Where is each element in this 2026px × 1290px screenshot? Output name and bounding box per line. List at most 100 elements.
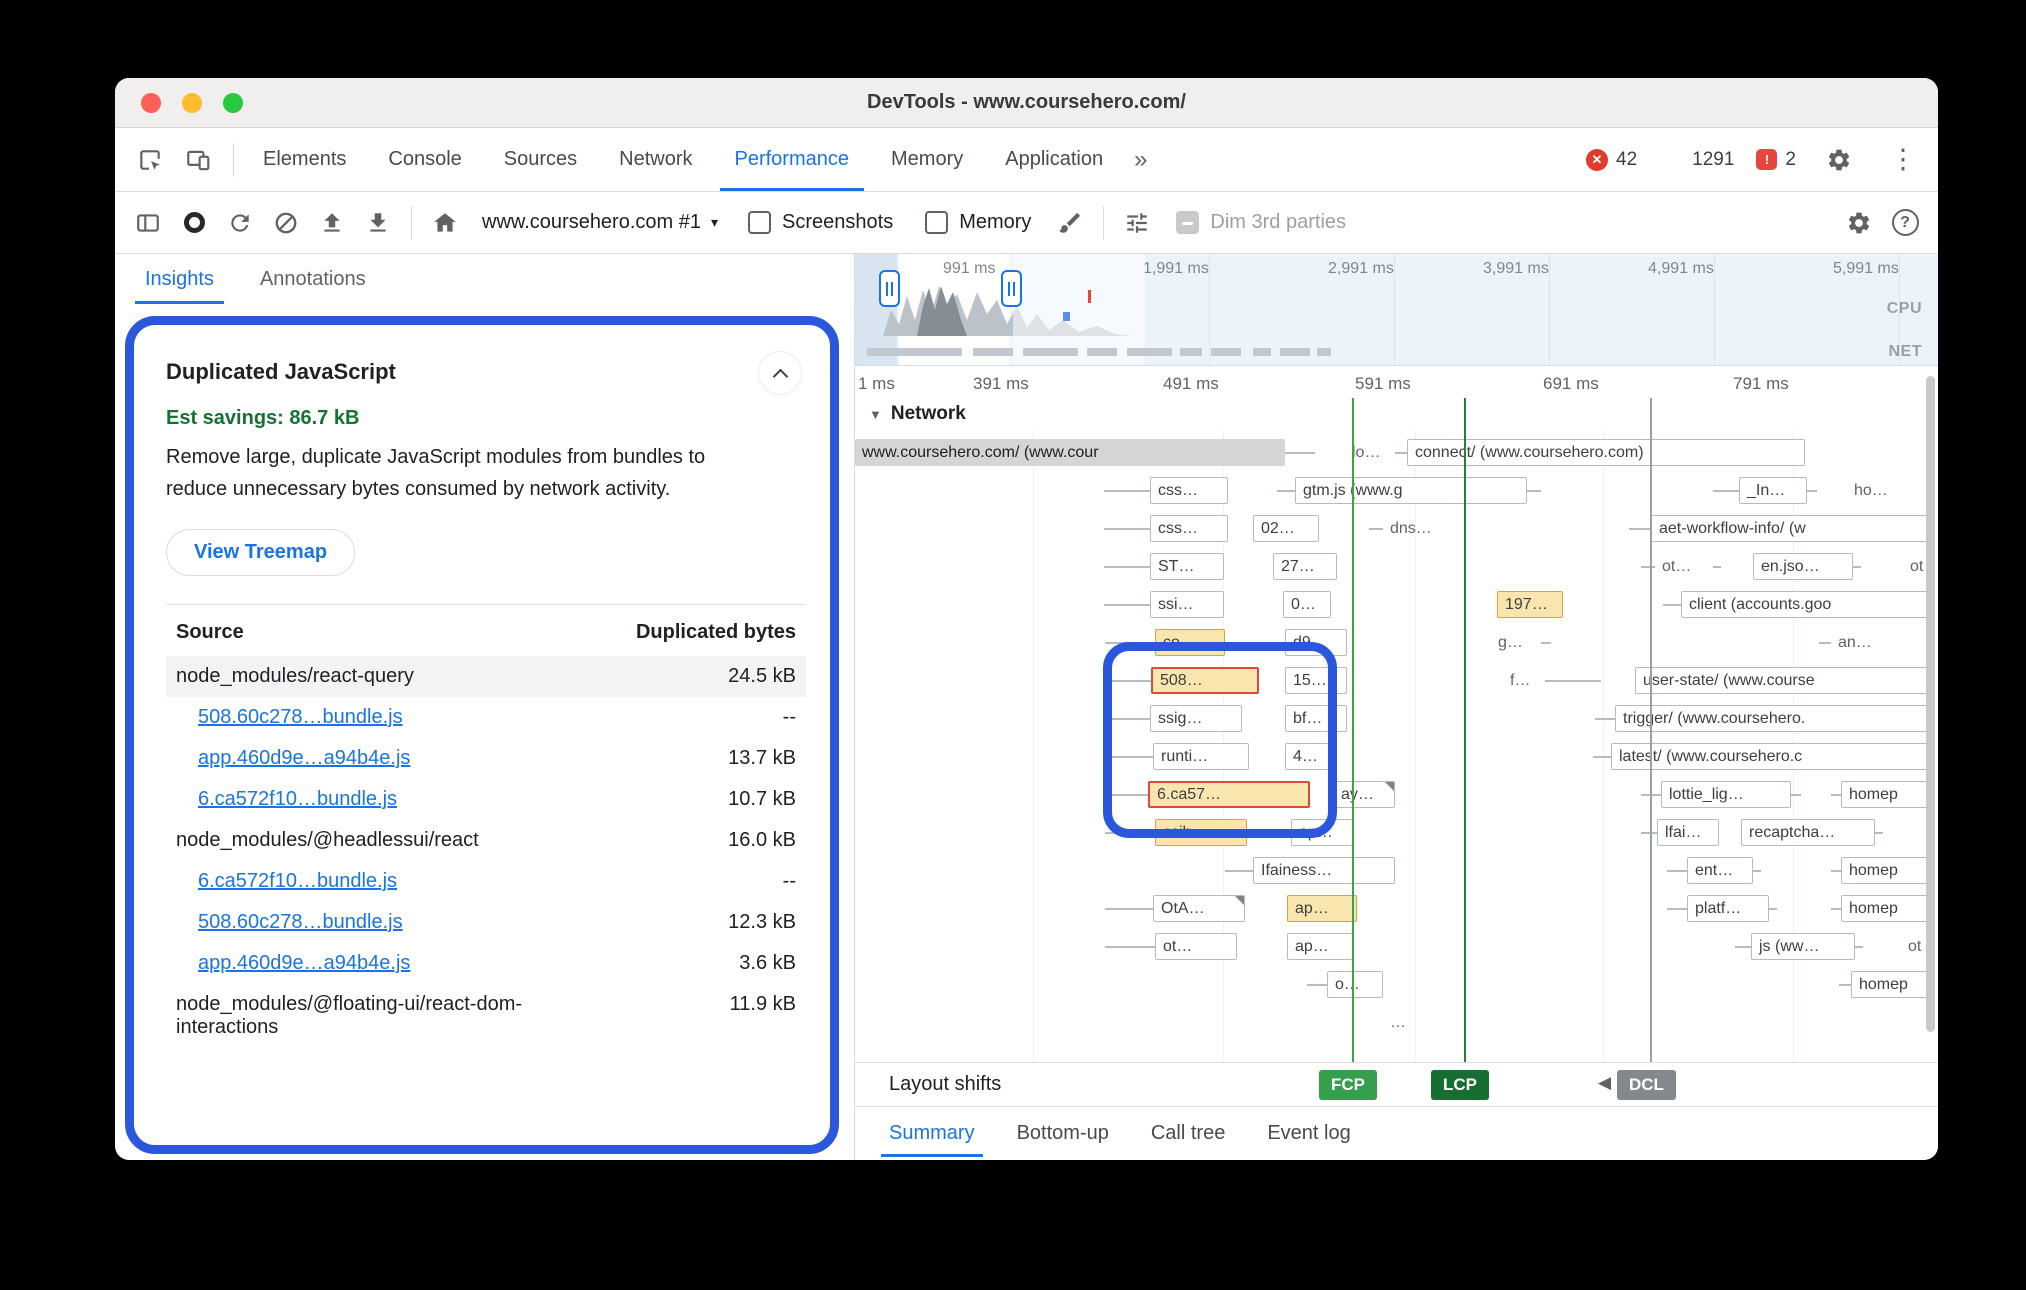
network-request[interactable]: ent…: [1687, 857, 1753, 884]
bottom-tab-event-log[interactable]: Event log: [1249, 1107, 1368, 1160]
network-request[interactable]: aet-workflow-info/ (w: [1651, 515, 1935, 542]
timeline-overview[interactable]: 991 ms1,991 ms2,991 ms3,991 ms4,991 ms5,…: [855, 254, 1938, 366]
record-button[interactable]: [173, 202, 215, 244]
more-tabs-button[interactable]: »: [1124, 128, 1157, 191]
network-request[interactable]: …: [1383, 1009, 1413, 1036]
trace-window-right-handle[interactable]: [1001, 270, 1022, 307]
network-request[interactable]: ot…: [1155, 933, 1237, 960]
tab-memory[interactable]: Memory: [870, 128, 984, 191]
clear-button[interactable]: [265, 202, 307, 244]
zoom-window-button[interactable]: [223, 93, 243, 113]
history-dropdown[interactable]: www.coursehero.com #1 ▾: [470, 202, 730, 244]
source-link[interactable]: app.460d9e…a94b4e.js: [198, 747, 410, 770]
network-request[interactable]: platf…: [1687, 895, 1769, 922]
bottom-tab-bottom-up[interactable]: Bottom-up: [999, 1107, 1127, 1160]
network-request[interactable]: OtA…: [1153, 895, 1245, 922]
network-request[interactable]: homep: [1841, 781, 1935, 808]
source-link[interactable]: 508.60c278…bundle.js: [198, 911, 403, 934]
device-toolbar-button[interactable]: [177, 139, 219, 181]
help-button[interactable]: ?: [1884, 202, 1926, 244]
network-request[interactable]: lottie_lig…: [1661, 781, 1791, 808]
network-request[interactable]: ap…: [1287, 895, 1357, 922]
view-treemap-button[interactable]: View Treemap: [166, 529, 355, 576]
tab-application[interactable]: Application: [984, 128, 1124, 191]
network-request[interactable]: 197…: [1497, 591, 1563, 618]
capture-settings-gear-button[interactable]: [1838, 202, 1880, 244]
network-request[interactable]: en.jso…: [1753, 553, 1853, 580]
network-request[interactable]: an…: [1831, 629, 1879, 656]
network-request[interactable]: gtm.js (www.g: [1295, 477, 1527, 504]
network-request[interactable]: ot: [1901, 933, 1928, 960]
network-request[interactable]: ap…: [1287, 933, 1353, 960]
source-link[interactable]: 6.ca572f10…bundle.js: [198, 788, 397, 811]
trace-window-left-handle[interactable]: [879, 270, 900, 307]
network-request[interactable]: user-state/ (www.course: [1635, 667, 1935, 694]
gc-brush-button[interactable]: [1049, 202, 1091, 244]
network-request[interactable]: connect/ (www.coursehero.com): [1407, 439, 1805, 466]
network-section-header[interactable]: ▼ Network: [855, 398, 1938, 430]
left-tab-insights[interactable]: Insights: [145, 254, 214, 304]
settings-gear-button[interactable]: [1818, 139, 1860, 181]
tab-elements[interactable]: Elements: [242, 128, 367, 191]
memory-checkbox[interactable]: Memory: [911, 202, 1045, 244]
tab-network[interactable]: Network: [598, 128, 713, 191]
warning-count-badge[interactable]: ! 1291: [1659, 149, 1734, 171]
save-profile-button[interactable]: [357, 202, 399, 244]
network-request[interactable]: lfai…: [1657, 819, 1719, 846]
inspect-element-button[interactable]: [129, 139, 171, 181]
network-request[interactable]: www.coursehero.com/ (www.cour: [855, 439, 1285, 466]
network-request[interactable]: dns…: [1383, 515, 1439, 542]
kebab-menu-button[interactable]: ⋮: [1882, 139, 1924, 181]
dim-3rd-parties-toggle[interactable]: Dim 3rd parties: [1162, 202, 1360, 244]
source-link[interactable]: 508.60c278…bundle.js: [198, 706, 403, 729]
network-request[interactable]: ay…: [1333, 781, 1395, 808]
source-link[interactable]: 6.ca572f10…bundle.js: [198, 870, 397, 893]
bottom-tab-call-tree[interactable]: Call tree: [1133, 1107, 1243, 1160]
network-request[interactable]: ssi…: [1150, 591, 1224, 618]
network-request[interactable]: ot…: [1655, 553, 1698, 580]
network-request[interactable]: latest/ (www.coursehero.c: [1611, 743, 1935, 770]
network-request[interactable]: homep: [1851, 971, 1935, 998]
network-request[interactable]: 0…: [1283, 591, 1331, 618]
network-request[interactable]: _In…: [1739, 477, 1807, 504]
screenshots-checkbox[interactable]: Screenshots: [734, 202, 907, 244]
network-request[interactable]: ST…: [1150, 553, 1224, 580]
collapse-insight-button[interactable]: [758, 351, 802, 395]
load-profile-button[interactable]: [311, 202, 353, 244]
network-request[interactable]: g…: [1491, 629, 1530, 656]
bottom-tab-summary[interactable]: Summary: [871, 1107, 993, 1160]
network-request[interactable]: o…: [1327, 971, 1383, 998]
reload-and-record-button[interactable]: [219, 202, 261, 244]
network-request[interactable]: client (accounts.goo: [1681, 591, 1935, 618]
vertical-scrollbar[interactable]: [1926, 376, 1935, 1032]
network-request[interactable]: Ifainess…: [1253, 857, 1395, 884]
tab-performance[interactable]: Performance: [714, 128, 871, 191]
network-request[interactable]: ho…: [1847, 477, 1895, 504]
network-request[interactable]: 02…: [1253, 515, 1319, 542]
throttling-tune-button[interactable]: [1116, 202, 1158, 244]
source-link[interactable]: app.460d9e…a94b4e.js: [198, 952, 410, 975]
minimize-window-button[interactable]: [182, 93, 202, 113]
left-tab-annotations[interactable]: Annotations: [260, 254, 366, 304]
marker-chip-fcp[interactable]: FCP: [1319, 1070, 1377, 1100]
close-window-button[interactable]: [141, 93, 161, 113]
network-request[interactable]: 27…: [1273, 553, 1337, 580]
network-request[interactable]: css…: [1150, 515, 1228, 542]
network-request[interactable]: lo…: [1345, 439, 1387, 466]
marker-chip-lcp[interactable]: LCP: [1431, 1070, 1489, 1100]
tab-console[interactable]: Console: [367, 128, 482, 191]
network-request[interactable]: homep: [1841, 857, 1935, 884]
network-request[interactable]: f…: [1503, 667, 1537, 694]
tab-sources[interactable]: Sources: [483, 128, 598, 191]
error-count-badge[interactable]: ✕ 42: [1586, 149, 1637, 171]
network-request[interactable]: homep: [1841, 895, 1935, 922]
layout-shifts-row[interactable]: Layout shifts FCPLCP◀DCL: [855, 1062, 1938, 1106]
network-request[interactable]: recaptcha…: [1741, 819, 1875, 846]
marker-chip-dcl[interactable]: DCL: [1617, 1070, 1676, 1100]
toggle-sidebar-button[interactable]: [127, 202, 169, 244]
issues-count-badge[interactable]: ! 2: [1756, 149, 1796, 171]
network-request[interactable]: js (ww…: [1751, 933, 1855, 960]
network-request[interactable]: trigger/ (www.coursehero.: [1615, 705, 1935, 732]
home-button[interactable]: [424, 202, 466, 244]
network-request[interactable]: css…: [1150, 477, 1228, 504]
